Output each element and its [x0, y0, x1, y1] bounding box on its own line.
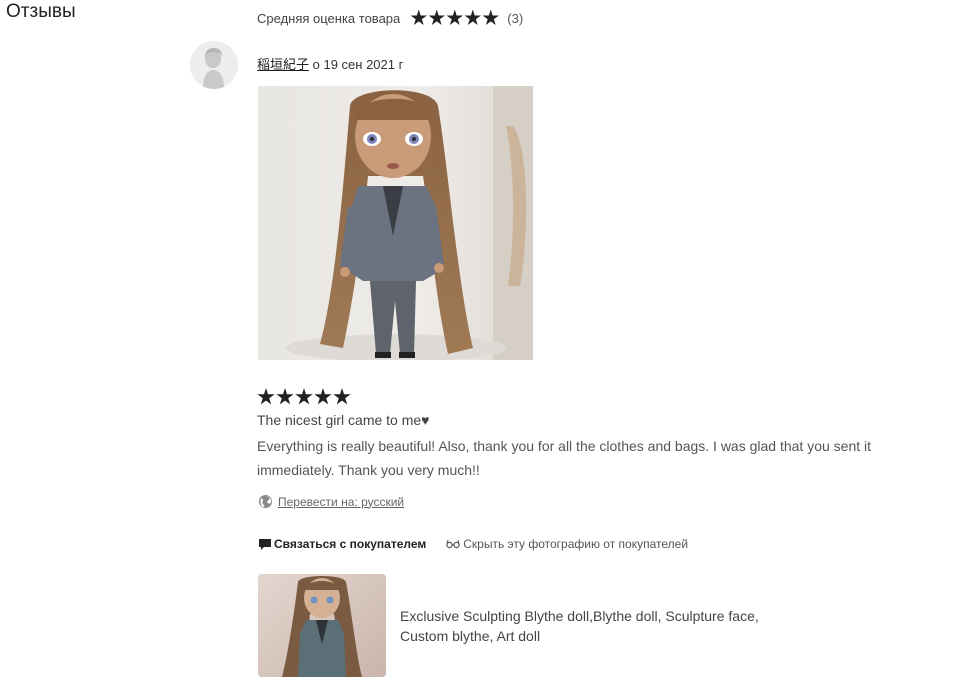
star-icon — [276, 388, 294, 405]
glasses-icon — [446, 539, 460, 549]
avatar[interactable] — [190, 41, 238, 89]
contact-buyer-label: Связаться с покупателем — [274, 537, 427, 551]
translate-row: Перевести на: русский — [258, 494, 404, 509]
star-icon — [333, 388, 351, 405]
star-icon — [446, 9, 463, 25]
person-silhouette-icon — [190, 41, 238, 89]
reviewer-name-link[interactable]: 稲垣紀子 — [257, 57, 309, 72]
reviews-page: Отзывы Средняя оценка товара (3) 稲垣紀子 о … — [0, 0, 955, 696]
star-icon — [428, 9, 445, 25]
reviewer-row: 稲垣紀子 о 19 сен 2021 г — [257, 54, 403, 73]
product-card[interactable]: Exclusive Sculpting Blythe doll,Blythe d… — [258, 574, 800, 677]
review-count: (3) — [507, 10, 524, 26]
average-rating-label: Средняя оценка товара — [257, 10, 401, 26]
product-title-link[interactable]: Exclusive Sculpting Blythe doll,Blythe d… — [400, 606, 800, 646]
contact-buyer-button[interactable]: Связаться с покупателем — [258, 537, 426, 551]
product-thumbnail[interactable] — [258, 574, 386, 677]
review-title: The nicest girl came to me♥ — [257, 412, 430, 428]
review-stars — [257, 388, 351, 406]
star-icon — [314, 388, 332, 405]
star-icon — [482, 9, 499, 25]
review-photo[interactable] — [258, 86, 533, 360]
globe-icon — [258, 494, 273, 509]
average-rating: Средняя оценка товара (3) — [257, 9, 523, 27]
translate-link[interactable]: Перевести на: русский — [278, 495, 404, 509]
review-body: Everything is really beautiful! Also, th… — [257, 438, 872, 478]
star-icon — [464, 9, 481, 25]
hide-photo-button[interactable]: Скрыть эту фотографию от покупателей — [446, 537, 688, 551]
doll-thumbnail-image — [258, 574, 386, 677]
hide-photo-label: Скрыть эту фотографию от покупателей — [463, 537, 689, 551]
doll-photo-image — [258, 86, 533, 360]
star-icon — [295, 388, 313, 405]
star-icon — [410, 9, 427, 25]
review-actions: Связаться с покупателем Скрыть эту фотог… — [258, 537, 688, 551]
star-icon — [257, 388, 275, 405]
message-icon — [259, 538, 271, 550]
average-stars — [410, 9, 499, 27]
review-date: о 19 сен 2021 г — [312, 57, 404, 72]
section-title: Отзывы — [6, 1, 76, 22]
